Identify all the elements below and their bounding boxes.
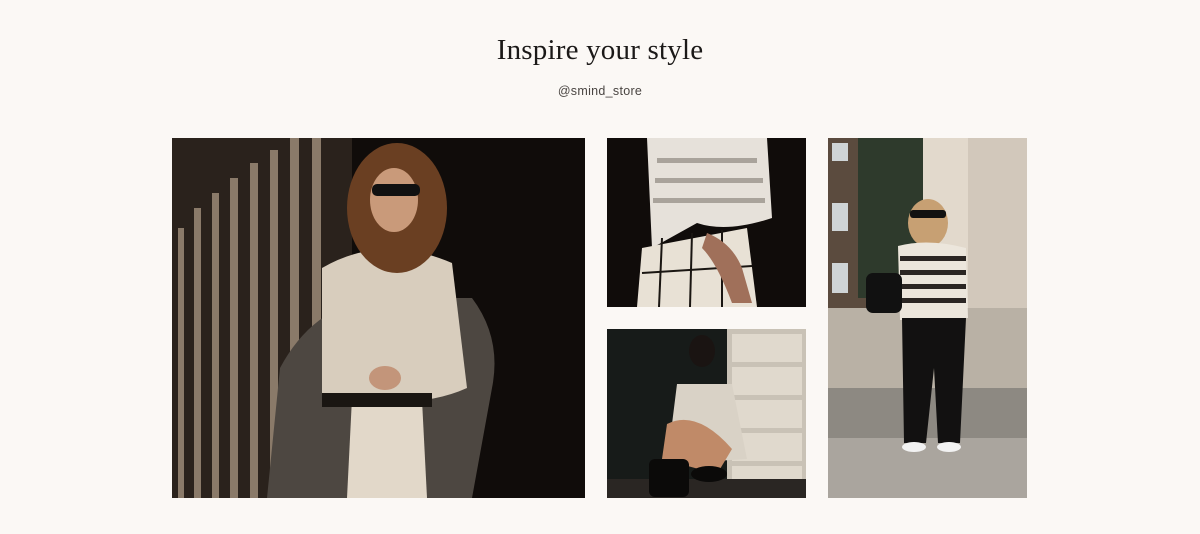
section-title: Inspire your style bbox=[496, 34, 704, 66]
photo-crochet-dress bbox=[607, 329, 806, 498]
gallery-image-1[interactable] bbox=[172, 138, 585, 498]
photo-woman-grey-coat bbox=[172, 138, 585, 498]
photo-striped-sweater bbox=[828, 138, 1027, 498]
instagram-handle-link[interactable]: @smind_store bbox=[0, 84, 1200, 98]
photo-knit-sweater-closeup bbox=[607, 138, 806, 307]
gallery-image-4[interactable] bbox=[828, 138, 1027, 498]
gallery-image-3[interactable] bbox=[607, 329, 806, 498]
gallery-image-2[interactable] bbox=[607, 138, 806, 307]
